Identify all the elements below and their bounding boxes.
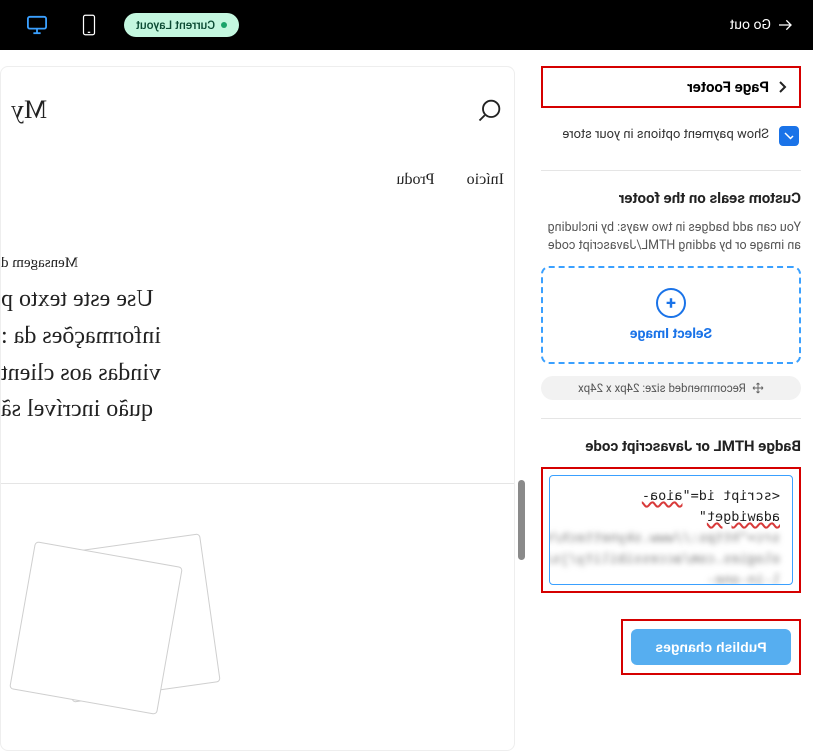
plus-circle-icon: + xyxy=(656,288,686,318)
code-line: <script id="aioa-adawidget" xyxy=(562,486,780,528)
code-line-blur: l-in-one-accessibility.js... xyxy=(562,570,780,585)
settings-sidebar: Page Footer Show payment options in your… xyxy=(529,50,813,751)
nav-item-produtos[interactable]: Produ xyxy=(396,171,434,189)
preview-body-line: Use este texto p xyxy=(1,282,514,317)
desktop-icon xyxy=(26,15,48,35)
chevron-left-icon xyxy=(777,80,787,94)
publish-highlight-outline: Publish changes xyxy=(621,619,801,675)
show-payment-options-row[interactable]: Show payment options in your store xyxy=(541,120,801,152)
select-image-label: Select Image xyxy=(630,326,712,342)
recommended-size-pill: Recommended size: 24px x 24px xyxy=(541,376,801,400)
page-footer-toggle[interactable]: Page Footer xyxy=(541,66,801,108)
select-image-dropzone[interactable]: + Select Image xyxy=(541,266,801,364)
preview-site-title: My xyxy=(11,95,47,125)
nav-item-inicio[interactable]: Início xyxy=(467,171,504,189)
publish-label: Publish changes xyxy=(655,639,766,655)
show-payment-options-label: Show payment options in your store xyxy=(562,126,769,144)
checkbox-checked[interactable] xyxy=(779,126,799,146)
move-icon xyxy=(752,382,764,394)
code-line-blur: ologies.com/accessibility/js/al xyxy=(562,549,780,570)
divider xyxy=(541,418,801,419)
custom-seals-title: Custom seals on the footer xyxy=(541,189,801,207)
device-mobile-button[interactable] xyxy=(72,8,106,42)
arrow-left-icon xyxy=(777,17,793,33)
preview-body-line: quão incrível sã xyxy=(1,392,514,427)
preview-body-line: vindas aos client xyxy=(1,356,514,391)
current-layout-label: Current Layout xyxy=(136,18,215,32)
badge-code-title: Badge HTML or Javascript code xyxy=(541,437,801,455)
recommended-size-label: Recommended size: 24px x 24px xyxy=(578,381,746,395)
preview-frame: My Início Produ Mensagem d Use este text… xyxy=(0,66,515,751)
badge-code-textarea[interactable]: <script id="aioa-adawidget" src="https:/… xyxy=(549,475,793,585)
code-line-blur: src="https://www.skynettech/n xyxy=(562,528,780,549)
scroll-thumb[interactable] xyxy=(519,480,526,560)
device-desktop-button[interactable] xyxy=(20,8,54,42)
code-highlight-outline: <script id="aioa-adawidget" src="https:/… xyxy=(541,467,801,593)
check-icon xyxy=(783,130,795,142)
sidebar-scrollbar[interactable] xyxy=(515,50,529,751)
go-out-label: Go out xyxy=(730,17,771,33)
preview-pane: My Início Produ Mensagem d Use este text… xyxy=(0,50,515,751)
page-footer-label: Page Footer xyxy=(687,78,769,96)
top-bar: Go out Current Layout xyxy=(0,0,813,50)
preview-cards-area xyxy=(1,483,514,643)
go-out-button[interactable]: Go out xyxy=(730,17,793,33)
current-layout-badge: Current Layout xyxy=(124,13,239,37)
mobile-icon xyxy=(81,14,97,36)
preview-body-text: Use este texto p informações da : vindas… xyxy=(1,282,514,427)
divider xyxy=(541,170,801,171)
preview-nav: Início Produ xyxy=(1,125,514,199)
custom-seals-desc: You can add badges in two ways: by inclu… xyxy=(541,219,801,254)
search-icon[interactable] xyxy=(476,96,504,124)
preview-body-line: informações da : xyxy=(1,319,514,354)
preview-card xyxy=(9,541,183,715)
publish-changes-button[interactable]: Publish changes xyxy=(631,629,791,665)
preview-message-label: Mensagem d xyxy=(1,199,514,282)
